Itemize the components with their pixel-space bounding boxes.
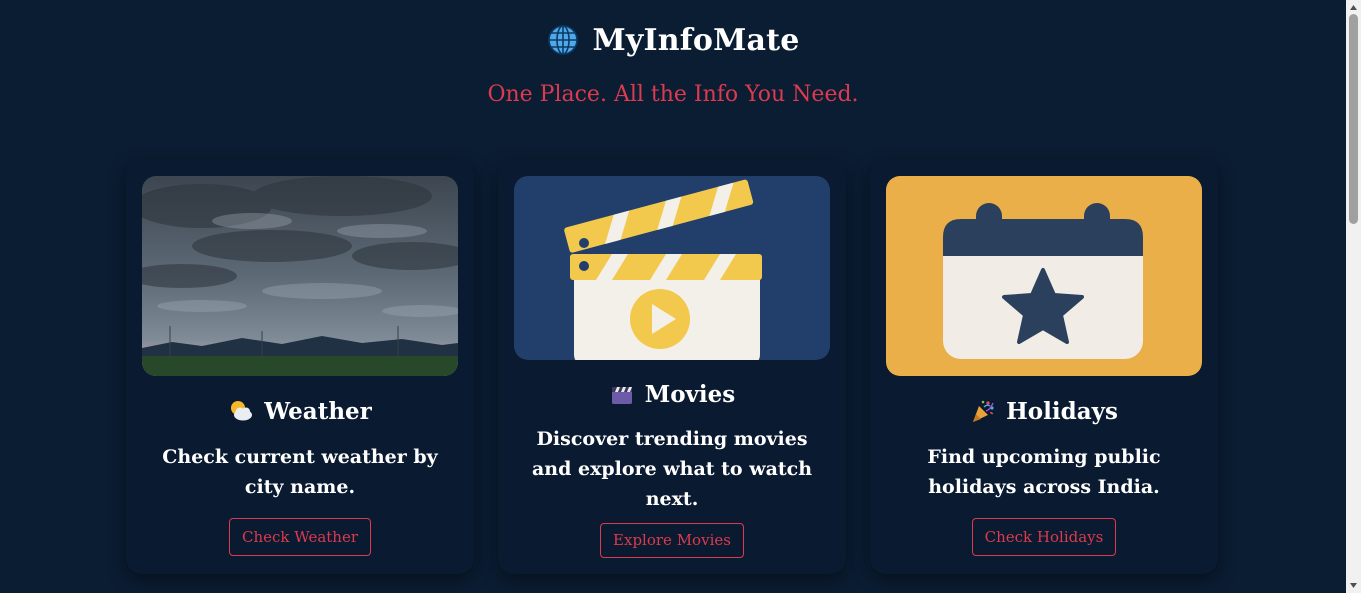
holidays-image — [886, 176, 1202, 376]
weather-card: Weather Check current weather by city na… — [126, 160, 474, 574]
page: MyInfoMate One Place. All the Info You N… — [0, 0, 1361, 593]
title-row: MyInfoMate — [547, 18, 800, 62]
holidays-card: Holidays Find upcoming public holidays a… — [870, 160, 1218, 574]
scroll-up-arrow-icon[interactable] — [1346, 0, 1361, 15]
globe-icon — [547, 25, 578, 55]
check-holidays-button[interactable]: Check Holidays — [971, 518, 1117, 556]
movies-card-description: Discover trending movies and explore wha… — [531, 427, 813, 510]
party-popper-icon — [970, 398, 996, 424]
weather-card-title: Weather — [264, 397, 372, 425]
holidays-card-title: Holidays — [1006, 397, 1118, 425]
explore-movies-button[interactable]: Explore Movies — [600, 522, 744, 558]
app-title: MyInfoMate — [592, 22, 800, 58]
holidays-card-heading: Holidays — [970, 396, 1118, 426]
weather-card-heading: Weather — [228, 396, 372, 426]
movies-card-heading: Movies — [609, 380, 735, 408]
sun-behind-cloud-icon — [228, 398, 254, 424]
holidays-card-description: Find upcoming public holidays across Ind… — [927, 446, 1161, 498]
weather-image — [142, 176, 458, 376]
clapper-board-icon — [609, 381, 635, 407]
movies-card-title: Movies — [644, 380, 736, 408]
vertical-scrollbar[interactable] — [1346, 0, 1361, 593]
scrollbar-thumb[interactable] — [1349, 14, 1358, 224]
check-weather-button[interactable]: Check Weather — [228, 518, 372, 556]
tagline: One Place. All the Info You Need. — [487, 82, 859, 107]
scroll-down-arrow-icon[interactable] — [1346, 578, 1361, 593]
header: MyInfoMate One Place. All the Info You N… — [0, 18, 1346, 108]
movies-card: Movies Discover trending movies and expl… — [498, 160, 846, 574]
movies-image — [514, 176, 830, 361]
cards-row: Weather Check current weather by city na… — [126, 160, 1218, 574]
weather-card-description: Check current weather by city name. — [162, 446, 438, 498]
